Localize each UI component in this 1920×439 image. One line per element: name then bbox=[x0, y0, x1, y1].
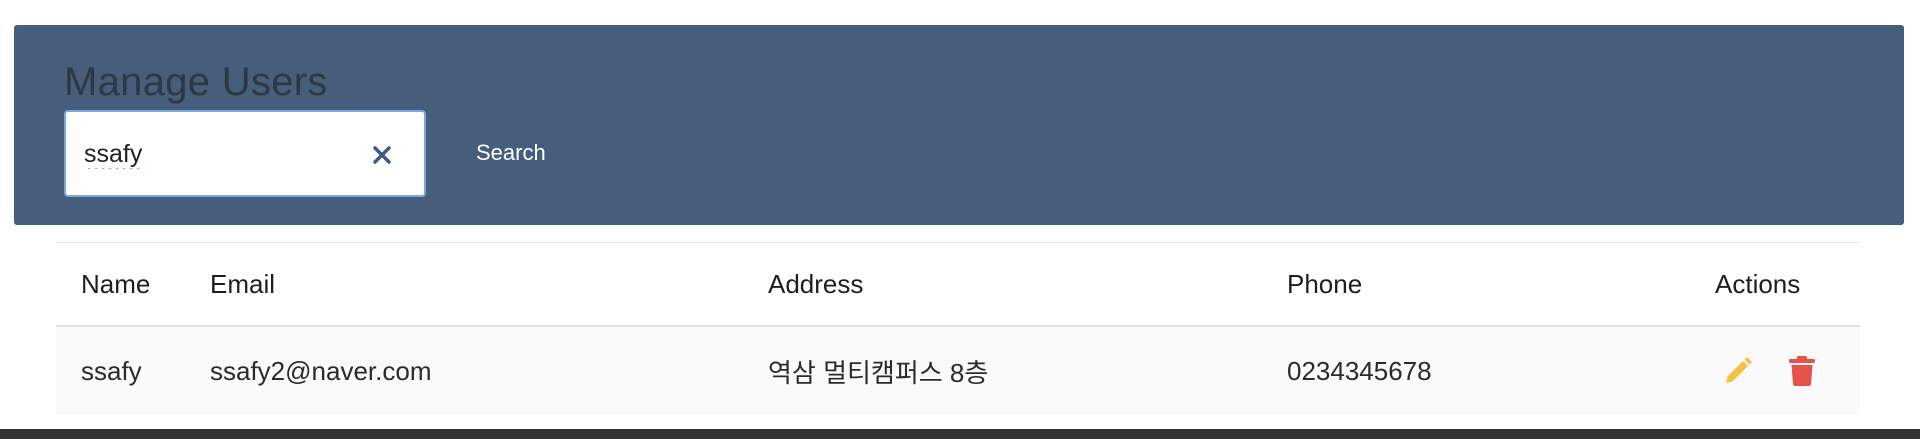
column-header-phone: Phone bbox=[1287, 268, 1363, 299]
clear-search-icon[interactable] bbox=[369, 142, 395, 168]
users-table: Name Email Address Phone Actions ssafy s… bbox=[56, 242, 1860, 415]
cell-name: ssafy bbox=[81, 355, 142, 386]
column-header-actions: Actions bbox=[1715, 268, 1801, 299]
column-header-address: Address bbox=[768, 268, 864, 299]
column-header-name: Name bbox=[81, 268, 151, 299]
row-actions bbox=[1721, 327, 1819, 415]
header-panel: Manage Users Search bbox=[14, 25, 1904, 225]
edit-icon[interactable] bbox=[1721, 354, 1755, 388]
column-header-email: Email bbox=[210, 268, 276, 299]
search-input[interactable] bbox=[84, 134, 364, 174]
search-button[interactable]: Search bbox=[464, 135, 558, 171]
cell-phone: 0234345678 bbox=[1287, 355, 1432, 386]
page-title: Manage Users bbox=[64, 60, 328, 104]
search-box bbox=[64, 110, 426, 197]
table-header-row: Name Email Address Phone Actions bbox=[56, 243, 1860, 327]
delete-icon[interactable] bbox=[1785, 354, 1819, 388]
bottom-bar bbox=[0, 429, 1920, 439]
table-row: ssafy ssafy2@naver.com 역삼 멀티캠퍼스 8층 02343… bbox=[56, 327, 1860, 415]
cell-address: 역삼 멀티캠퍼스 8층 bbox=[768, 357, 989, 388]
cell-email: ssafy2@naver.com bbox=[210, 355, 432, 386]
